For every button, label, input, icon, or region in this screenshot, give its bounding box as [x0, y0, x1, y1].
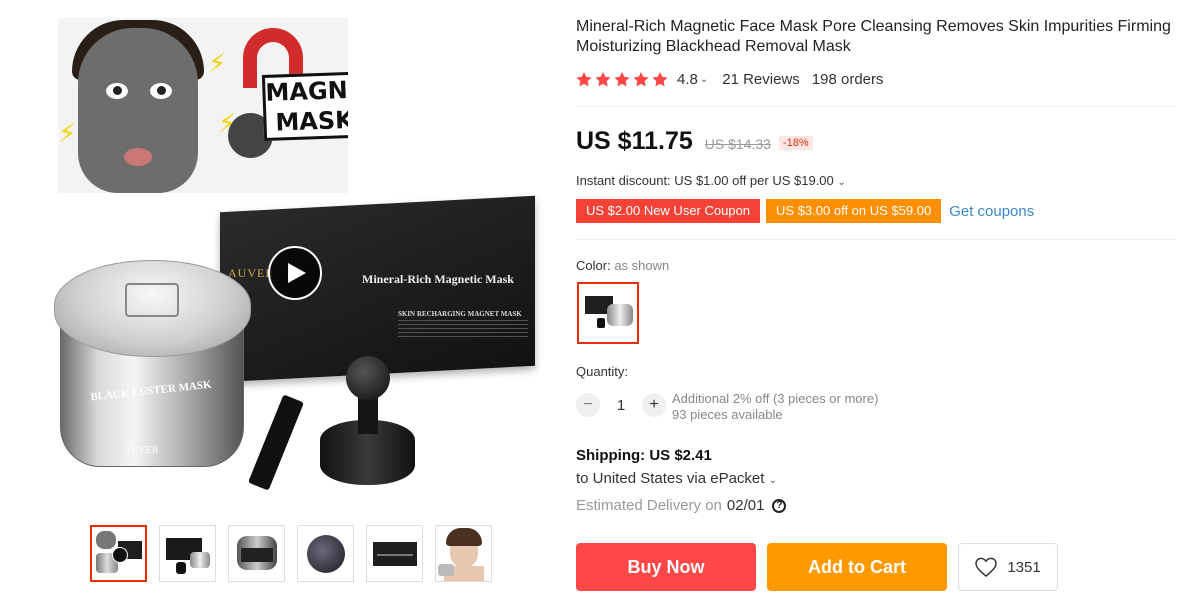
chevron-down-icon: ⌄ — [768, 475, 777, 486]
estimated-delivery: Estimated Delivery on 02/01 ? — [576, 497, 787, 514]
thumbnail-5[interactable] — [366, 525, 423, 582]
box-subtitle: SKIN RECHARGING MAGNET MASK — [398, 310, 522, 318]
get-coupons-link[interactable]: Get coupons — [949, 203, 1034, 220]
lightning-icon: ⚡ — [208, 48, 227, 78]
jar-brand: AUVER — [124, 445, 159, 456]
reviews-link[interactable]: 21 Reviews — [722, 71, 800, 88]
coupon-row: US $2.00 New User Coupon US $3.00 off on… — [576, 198, 1034, 224]
image-gallery: ⚡ ⚡ ⚡ MAGNETIC MASK? AUVER Mineral-Rich … — [40, 10, 560, 600]
color-value: as shown — [614, 258, 670, 273]
promo-banner: ⚡ ⚡ ⚡ MAGNETIC MASK? — [58, 18, 348, 193]
current-price: US $11.75 — [576, 127, 693, 155]
thumbnail-3[interactable] — [228, 525, 285, 582]
new-user-coupon[interactable]: US $2.00 New User Coupon — [576, 199, 761, 223]
play-icon — [288, 263, 306, 283]
star-icon — [652, 71, 668, 86]
thumbnail-1[interactable] — [90, 525, 147, 582]
wishlist-count: 1351 — [1007, 558, 1041, 576]
decrease-quantity-button[interactable]: − — [576, 393, 600, 417]
product-jar: BLACK LUSTER MASK AUVER — [54, 260, 251, 470]
rating-value[interactable]: 4.8 — [677, 71, 698, 88]
orders-count: 198 orders — [811, 70, 884, 88]
thumbnail-2[interactable] — [159, 525, 216, 582]
product-title: Mineral-Rich Magnetic Face Mask Pore Cle… — [576, 18, 1171, 55]
stock-available: 93 pieces available — [672, 407, 783, 422]
star-icon — [633, 71, 649, 86]
model-face — [78, 28, 198, 193]
promo-title: MAGNETIC MASK? — [261, 70, 348, 142]
star-icon — [576, 71, 592, 86]
price-row: US $11.75 US $14.33 -18% — [576, 127, 813, 157]
quantity-note: Additional 2% off (3 pieces or more) 93 … — [672, 391, 879, 422]
divider — [576, 106, 1176, 107]
buy-now-button[interactable]: Buy Now — [576, 543, 756, 591]
spatula — [248, 394, 304, 491]
shipping-destination[interactable]: to United States via ePacket ⌄ — [576, 470, 777, 487]
chevron-down-icon: ⌄ — [837, 177, 846, 188]
quantity-label: Quantity: — [576, 364, 629, 379]
color-label: Color: as shown — [576, 258, 670, 273]
rating-row: 4.8 ⌄ 21 Reviews 198 orders — [576, 69, 884, 89]
thumbnail-strip — [90, 525, 560, 590]
increase-quantity-button[interactable]: + — [642, 393, 666, 417]
delivery-date: 02/01 — [726, 497, 765, 514]
box-title: Mineral-Rich Magnetic Mask — [362, 272, 514, 286]
wishlist-button[interactable]: 1351 — [958, 543, 1058, 591]
help-icon[interactable]: ? — [772, 498, 787, 513]
chevron-down-icon[interactable]: ⌄ — [700, 74, 708, 85]
lightning-icon: ⚡ — [218, 108, 237, 138]
color-swatch[interactable] — [577, 282, 639, 344]
discount-badge: -18% — [778, 136, 813, 150]
heart-icon — [975, 557, 998, 577]
star-icon — [614, 71, 630, 86]
star-rating[interactable] — [576, 71, 668, 87]
thumbnail-4[interactable] — [297, 525, 354, 582]
star-icon — [595, 71, 611, 86]
quantity-input[interactable]: 1 — [600, 397, 642, 414]
shipping-cost: Shipping: US $2.41 — [576, 447, 712, 464]
instant-discount[interactable]: Instant discount: US $1.00 off per US $1… — [576, 173, 846, 188]
store-coupon[interactable]: US $3.00 off on US $59.00 — [766, 199, 942, 223]
main-product-image[interactable]: ⚡ ⚡ ⚡ MAGNETIC MASK? AUVER Mineral-Rich … — [40, 10, 550, 510]
lightning-icon: ⚡ — [58, 118, 77, 148]
quantity-stepper: − 1 + — [576, 393, 666, 417]
product-box — [220, 195, 535, 383]
play-video-button[interactable] — [268, 246, 322, 300]
box-fine-print — [398, 320, 528, 340]
add-to-cart-button[interactable]: Add to Cart — [767, 543, 947, 591]
divider — [576, 239, 1176, 240]
thumbnail-6[interactable] — [435, 525, 492, 582]
original-price: US $14.33 — [704, 136, 771, 152]
